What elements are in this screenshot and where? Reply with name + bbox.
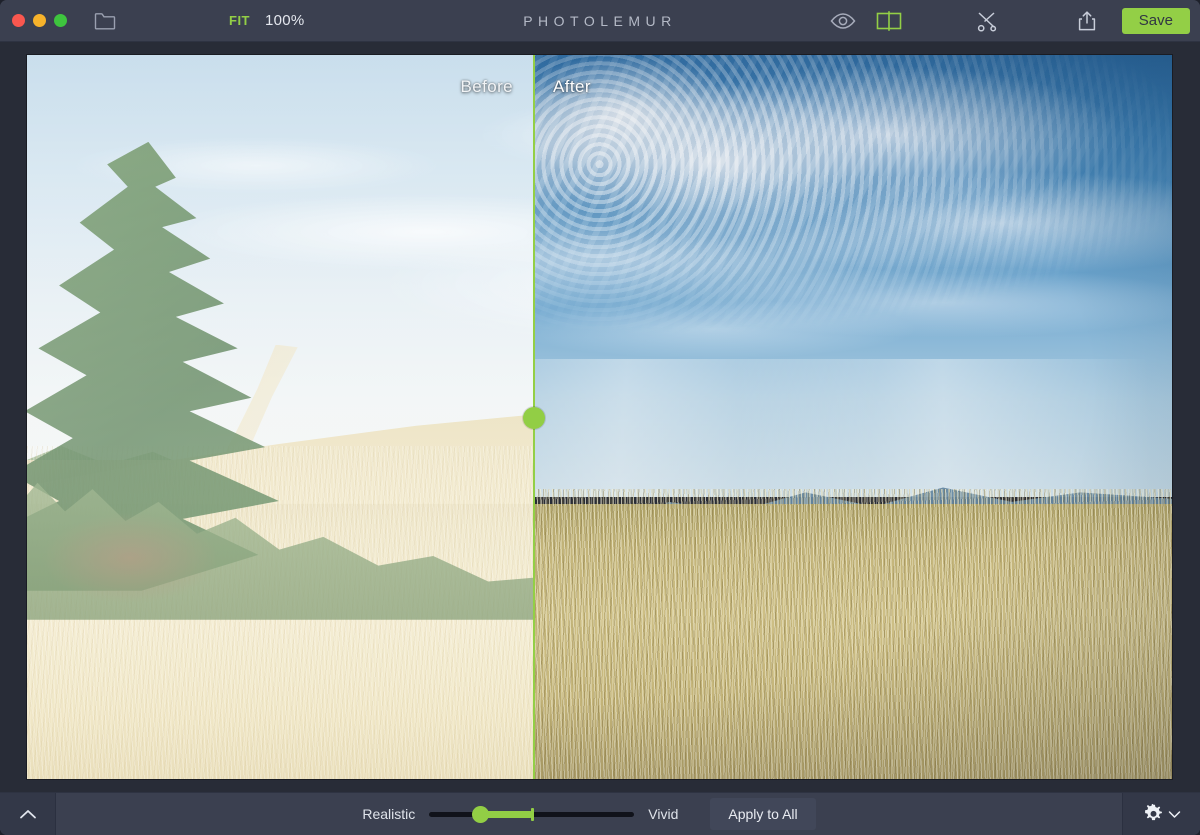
minimize-button[interactable]	[33, 14, 46, 27]
fit-button[interactable]: FIT	[229, 13, 250, 28]
photolemur-window: FIT 100% PHOTOLEMUR Save Before After Re…	[0, 0, 1200, 835]
slider-min-label: Realistic	[362, 806, 416, 822]
after-grass-texture	[533, 489, 1172, 779]
open-folder-button[interactable]	[91, 9, 119, 33]
zoom-level-label[interactable]: 100%	[265, 12, 305, 29]
zoom-controls: FIT 100%	[229, 12, 305, 29]
after-image	[533, 55, 1172, 779]
chevron-down-icon	[1168, 810, 1180, 818]
after-half: After	[533, 55, 1172, 779]
compare-slider-handle[interactable]	[523, 407, 545, 429]
apply-to-all-button[interactable]: Apply to All	[710, 798, 816, 830]
bottom-bar: Realistic Vivid Apply to All	[0, 792, 1200, 835]
gear-icon	[1144, 803, 1162, 820]
maximize-button[interactable]	[54, 14, 67, 27]
save-button[interactable]: Save	[1121, 7, 1190, 34]
crop-button[interactable]	[964, 6, 1010, 36]
chevron-up-icon	[19, 809, 36, 818]
before-dry-brush	[38, 511, 222, 606]
slider-max-label: Vivid	[648, 806, 679, 822]
compare-divider[interactable]	[523, 55, 545, 779]
scissors-icon	[977, 11, 996, 32]
split-view-icon	[876, 10, 902, 31]
slider-default-marker	[530, 807, 534, 821]
after-label: After	[553, 77, 591, 96]
slider-knob[interactable]	[471, 805, 489, 823]
photo-canvas: Before After	[0, 42, 1200, 792]
titlebar-right-tools: Save	[820, 6, 1200, 36]
style-strength-slider[interactable]	[429, 804, 635, 824]
close-button[interactable]	[12, 14, 25, 27]
photo-compare-view[interactable]: Before After	[27, 55, 1172, 779]
title-bar: FIT 100% PHOTOLEMUR Save	[0, 0, 1200, 42]
before-label: Before	[460, 77, 513, 96]
share-icon	[1078, 10, 1095, 30]
style-slider-group: Realistic Vivid Apply to All	[56, 798, 1122, 830]
window-controls	[12, 14, 67, 27]
before-image	[27, 55, 533, 779]
compare-split-view-button[interactable]	[866, 6, 912, 36]
preview-toggle-button[interactable]	[820, 6, 866, 36]
before-half: Before	[27, 55, 533, 779]
settings-menu-button[interactable]	[1122, 792, 1200, 835]
panel-toggle-button[interactable]	[0, 792, 56, 835]
after-cirrus-wisps	[533, 359, 1172, 497]
share-button[interactable]	[1064, 6, 1110, 36]
folder-icon	[94, 12, 116, 29]
eye-icon	[830, 12, 856, 29]
